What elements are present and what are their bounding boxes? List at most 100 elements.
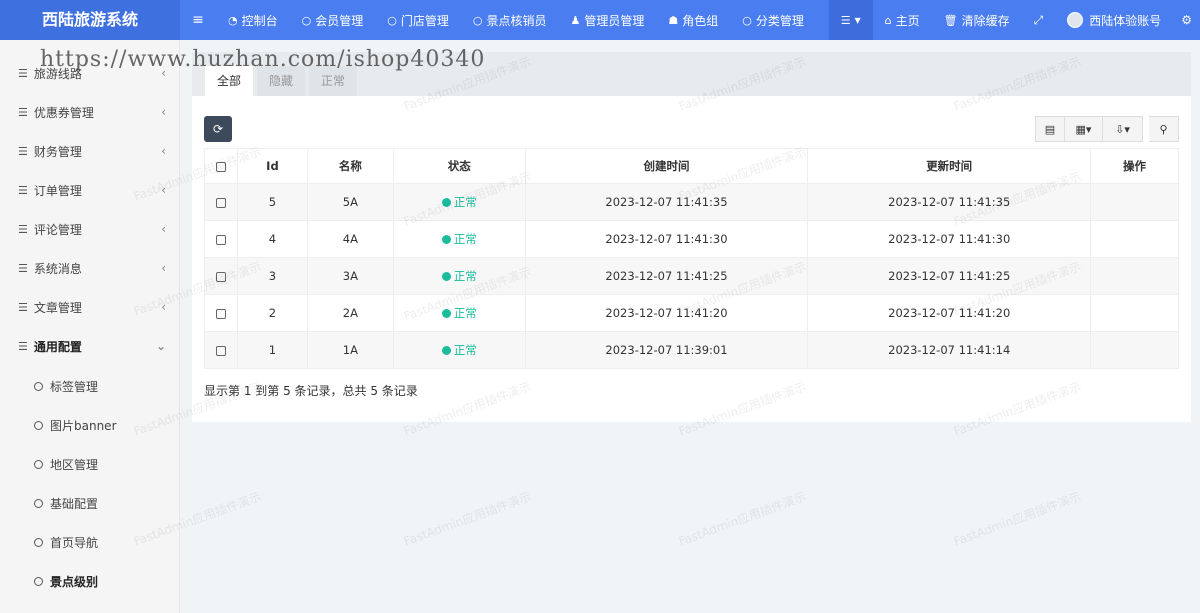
sidebar-subitem-label: 标签管理 — [50, 379, 99, 394]
top-nav-item-4[interactable]: ♟ 管理员管理 — [559, 0, 657, 40]
search-button[interactable]: ⚲ — [1149, 116, 1179, 142]
sidebar-subitem-4[interactable]: 首页导航 — [0, 523, 180, 561]
circle-icon: ○ — [387, 13, 397, 27]
top-nav-item-label: 管理员管理 — [584, 13, 645, 28]
cell-id: 4 — [236, 220, 308, 258]
top-nav-item-label: 景点核销员 — [486, 13, 547, 28]
sidebar-toggle-icon[interactable]: ≡ — [180, 12, 216, 28]
top-nav-right: ☰ ▾ ⌂ 主页 🗑 清除缓存 ⤢ 西陆体验账号 ⚙ — [828, 0, 1200, 40]
nav-more-menu-button[interactable]: ☰ ▾ — [828, 0, 873, 40]
circle-icon — [34, 381, 43, 391]
account-menu[interactable]: 西陆体验账号 — [1055, 0, 1173, 40]
table-toolbar: ⟳ ▤ ▦▾ ⇩▾ ⚲ — [192, 96, 1191, 152]
sidebar-item-5[interactable]: ☰ 系统消息 ‹ — [0, 249, 180, 287]
cell-status: 正常 — [392, 331, 526, 369]
sidebar-item-6[interactable]: ☰ 文章管理 ‹ — [0, 288, 180, 326]
row-checkbox[interactable] — [215, 308, 226, 319]
columns-button[interactable]: ▦▾ — [1065, 116, 1103, 142]
top-nav-item-5[interactable]: ☗ 角色组 — [656, 0, 730, 40]
col-header-created[interactable]: 创建时间 — [524, 148, 809, 184]
clear-cache-label: 清除缓存 — [961, 13, 1010, 28]
circle-icon — [34, 537, 43, 547]
col-header-actions: 操作 — [1090, 148, 1179, 184]
row-select-cell[interactable] — [204, 331, 238, 369]
sidebar-item-3[interactable]: ☰ 订单管理 ‹ — [0, 171, 180, 209]
list-icon: ☰ — [18, 105, 28, 119]
app-logo[interactable]: 西陆旅游系统 — [0, 0, 180, 40]
table-row[interactable]: 4 4A 正常 2023-12-07 11:41:30 2023-12-07 11:41… — [204, 220, 1179, 258]
row-checkbox[interactable] — [215, 197, 226, 208]
sidebar-item-label: 文章管理 — [33, 300, 82, 315]
row-select-cell[interactable] — [204, 257, 238, 295]
sidebar-item-label: 系统消息 — [33, 261, 82, 276]
toggle-view-button[interactable]: ▤ — [1035, 116, 1065, 142]
status-badge: 正常 — [453, 306, 477, 320]
sidebar-subitem-1[interactable]: 图片banner — [0, 406, 180, 444]
top-nav-item-0[interactable]: ◔ 控制台 — [216, 0, 290, 40]
sidebar-subitem-0[interactable]: 标签管理 — [0, 367, 180, 405]
chevron-left-icon: ‹ — [161, 183, 166, 197]
sidebar-item-label: 优惠券管理 — [33, 105, 94, 120]
cell-actions — [1090, 220, 1179, 258]
col-header-id[interactable]: Id — [236, 148, 308, 184]
sidebar-subitem-3[interactable]: 基础配置 — [0, 484, 180, 522]
list-icon: ☰ — [18, 66, 28, 80]
sidebar-item-2[interactable]: ☰ 财务管理 ‹ — [0, 132, 180, 170]
sidebar-subitem-label: 首页导航 — [50, 535, 99, 550]
chevron-left-icon: ‹ — [161, 105, 166, 119]
table-row[interactable]: 1 1A 正常 2023-12-07 11:39:01 2023-12-07 11:41… — [204, 331, 1179, 369]
list-icon: ☰ — [18, 339, 28, 353]
cell-status: 正常 — [392, 257, 526, 295]
status-badge: 正常 — [453, 195, 477, 209]
chevron-left-icon: ‹ — [161, 261, 166, 275]
status-dot-icon — [441, 272, 451, 281]
row-select-cell[interactable] — [204, 220, 238, 258]
sidebar-item-4[interactable]: ☰ 评论管理 ‹ — [0, 210, 180, 248]
col-header-name[interactable]: 名称 — [306, 148, 394, 184]
select-all-checkbox[interactable] — [215, 161, 226, 172]
table-row[interactable]: 5 5A 正常 2023-12-07 11:41:35 2023-12-07 11:41… — [204, 183, 1179, 221]
top-nav-item-3[interactable]: ○ 景点核销员 — [461, 0, 559, 40]
home-button[interactable]: ⌂ 主页 — [873, 0, 932, 40]
clear-cache-button[interactable]: 🗑 清除缓存 — [932, 0, 1022, 40]
cell-name: 4A — [306, 220, 394, 258]
cell-status: 正常 — [392, 183, 526, 221]
row-checkbox[interactable] — [215, 234, 226, 245]
sidebar-item-1[interactable]: ☰ 优惠券管理 ‹ — [0, 93, 180, 131]
row-checkbox[interactable] — [215, 271, 226, 282]
cell-created: 2023-12-07 11:41:25 — [524, 257, 809, 295]
sidebar-item-7[interactable]: ☰ 通用配置 ⌄ — [0, 327, 180, 365]
row-checkbox[interactable] — [215, 345, 226, 356]
chevron-left-icon: ‹ — [161, 144, 166, 158]
circle-icon — [34, 459, 43, 469]
chevron-left-icon: ‹ — [161, 300, 166, 314]
watermark-url: https://www.huzhan.com/ishop40340 — [40, 47, 486, 72]
cell-actions — [1090, 183, 1179, 221]
refresh-button[interactable]: ⟳ — [204, 116, 232, 142]
top-nav-item-label: 控制台 — [241, 13, 278, 28]
table-row[interactable]: 2 2A 正常 2023-12-07 11:41:20 2023-12-07 11:41… — [204, 294, 1179, 332]
fullscreen-button[interactable]: ⤢ — [1022, 0, 1056, 40]
top-nav-item-1[interactable]: ○ 会员管理 — [290, 0, 376, 40]
top-nav-item-2[interactable]: ○ 门店管理 — [375, 0, 461, 40]
top-nav-item-6[interactable]: ○ 分类管理 — [730, 0, 816, 40]
col-header-updated[interactable]: 更新时间 — [807, 148, 1092, 184]
sidebar-subitem-2[interactable]: 地区管理 — [0, 445, 180, 483]
cell-id: 3 — [236, 257, 308, 295]
top-navbar: 西陆旅游系统 ≡ ◔ 控制台 ○ 会员管理 ○ 门店管理 ○ 景点核销员 ♟ 管理员管理 ☗ 角色组 ○… — [0, 0, 1200, 40]
row-select-cell[interactable] — [204, 294, 238, 332]
status-badge: 正常 — [453, 269, 477, 283]
sidebar-subitem-5[interactable]: 景点级别 — [0, 562, 180, 600]
sidebar-item-label: 评论管理 — [33, 222, 82, 237]
cell-created: 2023-12-07 11:41:30 — [524, 220, 809, 258]
row-select-cell[interactable] — [204, 183, 238, 221]
top-nav-item-label: 分类管理 — [755, 13, 804, 28]
settings-button[interactable]: ⚙ — [1173, 0, 1200, 40]
export-button[interactable]: ⇩▾ — [1103, 116, 1143, 142]
col-header-status[interactable]: 状态 — [392, 148, 526, 184]
cell-status: 正常 — [392, 220, 526, 258]
cell-name: 3A — [306, 257, 394, 295]
sidebar-subitem-label: 基础配置 — [50, 496, 99, 511]
select-all-cell[interactable] — [204, 148, 238, 184]
table-row[interactable]: 3 3A 正常 2023-12-07 11:41:25 2023-12-07 11:41… — [204, 257, 1179, 295]
